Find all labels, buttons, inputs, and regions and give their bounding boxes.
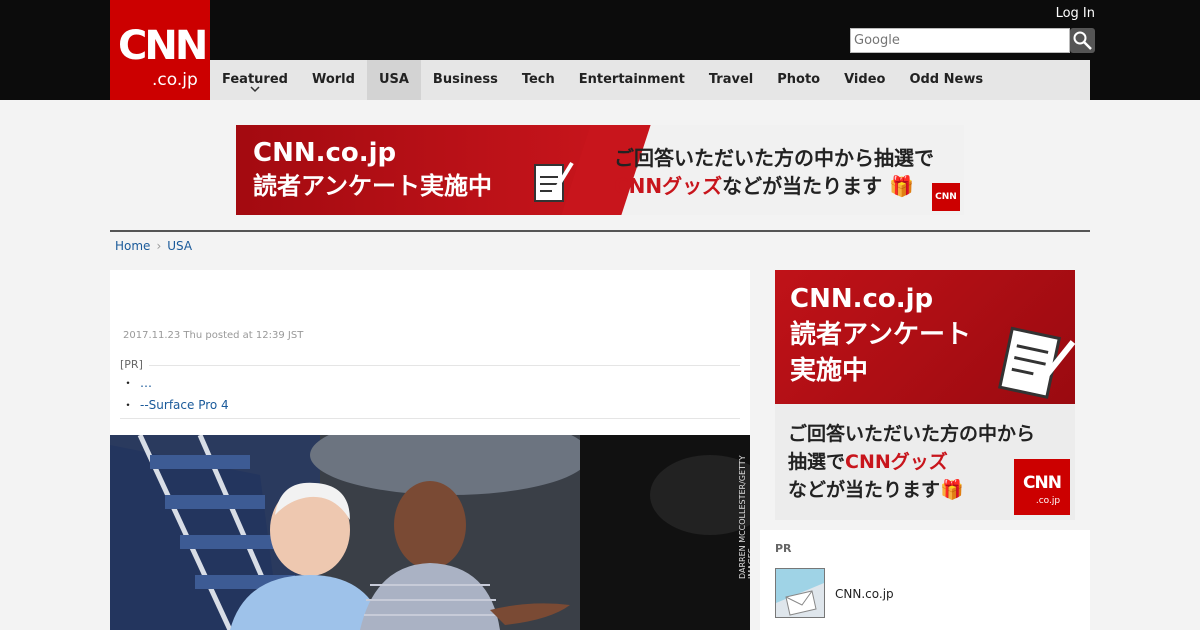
post-date: 2017.11.23 Thu posted at 12:39 JST [123, 330, 304, 341]
chevron-down-icon [250, 86, 260, 93]
pr-item-name[interactable]: CNN.co.jp [835, 586, 894, 602]
banner-line-3: ご回答いただいた方の中から抽選で [614, 146, 934, 170]
nav-item-world[interactable]: World [300, 60, 367, 100]
search-button[interactable] [1070, 28, 1095, 53]
login-link[interactable]: Log In [1040, 6, 1095, 22]
side-ad-line-6: などが当たります🎁 [788, 479, 964, 501]
logo-main-text: CNN [118, 23, 208, 69]
pr-label: [PR] [120, 358, 143, 371]
banner-cnn-badge: CNN [932, 183, 960, 211]
search-icon [1073, 31, 1092, 50]
sidebar-pr-box: PR CNN.co.jp [760, 530, 1090, 630]
nav-item-business[interactable]: Business [421, 60, 510, 100]
pr-box-label: PR [775, 542, 792, 555]
breadcrumb: Home › USA [115, 238, 192, 254]
pr-item-thumbnail[interactable] [775, 568, 825, 618]
article-photo: DARREN MCCOLLESTER/GETTY IMAGES [110, 435, 750, 630]
article-panel: 2017.11.23 Thu posted at 12:39 JST [PR] … [110, 270, 750, 630]
sidebar-survey-ad[interactable]: CNN.co.jp 読者アンケート 実施中 ご回答いただいた方の中から 抽選でC… [775, 270, 1075, 520]
chevron-right-icon: › [156, 239, 162, 253]
nav-item-usa[interactable]: USA [366, 60, 421, 100]
banner-line-4: CNNグッズなどが当たります 🎁 [614, 173, 914, 199]
side-ad-line-4: ご回答いただいた方の中から [788, 423, 1036, 445]
nav-item-featured[interactable]: Featured [210, 60, 300, 100]
document-pen-icon [534, 161, 574, 202]
side-ad-title: CNN.co.jp [790, 284, 934, 314]
side-ad-goods-text: CNNグッズ [845, 451, 948, 473]
nav-item-entertainment[interactable]: Entertainment [567, 60, 697, 100]
cnn-logo[interactable]: CNN .co.jp [110, 0, 210, 100]
breadcrumb-home[interactable]: Home [115, 238, 150, 254]
side-ad-line-5: 抽選でCNNグッズ [788, 451, 948, 473]
gift-icon: 🎁 [889, 174, 915, 198]
nav-item-video[interactable]: Video [832, 60, 897, 100]
banner-title: CNN.co.jp [253, 138, 397, 168]
banner-line-4-rest: などが当たります [722, 174, 883, 198]
photo-credit: DARREN MCCOLLESTER/GETTY IMAGES [738, 455, 750, 579]
logo-sub-text: .co.jp [152, 70, 198, 90]
gift-icon: 🎁 [940, 479, 964, 501]
section-divider [110, 230, 1090, 232]
search-input[interactable] [850, 28, 1070, 53]
nav-item-odd-news[interactable]: Odd News [897, 60, 995, 100]
nav-item-photo[interactable]: Photo [765, 60, 832, 100]
banner-subtitle: 読者アンケート実施中 [253, 172, 493, 200]
banner-goods-text: CNNグッズ [614, 174, 723, 198]
side-ad-line-2: 読者アンケート [790, 320, 971, 350]
document-pen-icon [998, 326, 1075, 399]
pr-link[interactable]: ・… [122, 375, 152, 391]
breadcrumb-current[interactable]: USA [167, 238, 192, 254]
side-ad-cnn-badge: CNN .co.jp [1014, 459, 1070, 515]
photo-image [110, 435, 750, 630]
survey-banner-ad[interactable]: CNN.co.jp 読者アンケート実施中 ご回答いただいた方の中から抽選で CN… [236, 125, 964, 215]
main-nav: Featured World USA Business Tech Enterta… [210, 60, 1090, 100]
side-ad-line-3: 実施中 [790, 356, 869, 386]
nav-item-tech[interactable]: Tech [510, 60, 567, 100]
nav-item-travel[interactable]: Travel [697, 60, 765, 100]
pr-link[interactable]: ・ --Surface Pro 4 [122, 397, 229, 413]
envelope-icon [776, 569, 824, 616]
pr-section-header: [PR] [120, 358, 740, 372]
